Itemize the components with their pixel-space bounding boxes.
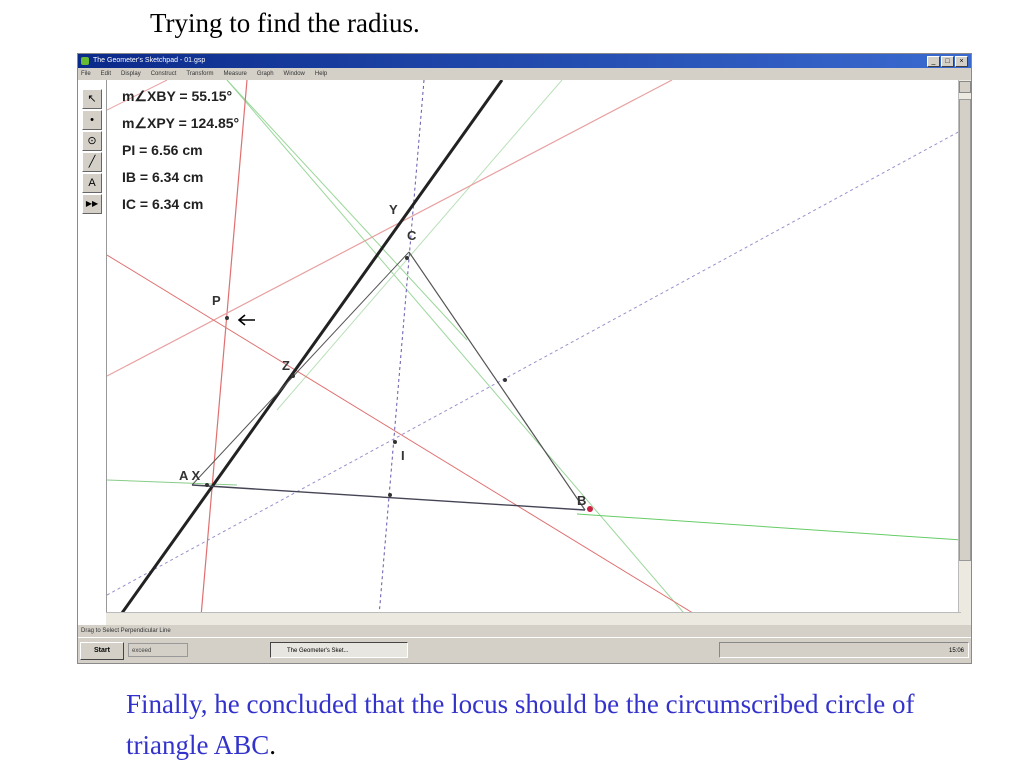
measure-pi[interactable]: PI = 6.56 cm [122,137,239,164]
menu-window[interactable]: Window [284,68,305,80]
scroll-thumb[interactable] [959,99,971,561]
sketch-canvas[interactable]: Y C P Z I A X B m∠XBY = 55.15° m∠XPY = 1… [106,80,962,640]
red-line-diagonal-down [107,254,738,640]
straightedge-tool-icon[interactable]: ╱ [82,152,102,172]
clock: 15:06 [948,648,964,654]
caption-period: . [269,730,276,760]
label-i: I [401,448,405,463]
label-y: Y [389,202,398,217]
menu-help[interactable]: Help [315,68,327,80]
arrow-select-icon[interactable]: ↖ [82,89,102,109]
minimize-button[interactable]: _ [927,56,940,67]
menu-edit[interactable]: Edit [101,68,111,80]
taskbar: Start exceed The Geometer's Sket... 15:0… [78,637,971,663]
label-z: Z [282,358,290,373]
green-line-4 [576,513,962,541]
sketchpad-window: The Geometer's Sketchpad - 01.gsp _ □ × … [77,53,972,664]
measure-angle-xpy[interactable]: m∠XPY = 124.85° [122,110,239,137]
app-icon [81,57,89,65]
menu-construct[interactable]: Construct [151,68,177,80]
menu-measure[interactable]: Measure [224,68,247,80]
slide-title: Trying to find the radius. [150,8,420,38]
toolbox: ↖ • ⊙ ╱ A ▶▶ [78,88,106,215]
point-i [393,440,397,444]
menubar: File Edit Display Construct Transform Me… [78,68,971,80]
caption-text: Finally, he concluded that the locus sho… [126,689,915,760]
start-button[interactable]: Start [80,642,124,660]
quick-launch-item[interactable]: exceed [128,643,188,657]
taskbar-sketchpad-item[interactable]: The Geometer's Sket... [270,642,408,658]
label-p: P [212,293,221,308]
point-tool-icon[interactable]: • [82,110,102,130]
measure-ic[interactable]: IC = 6.34 cm [122,191,239,218]
purple-dashed-vertical [376,80,425,640]
system-tray: 15:06 [719,642,969,658]
window-titlebar: The Geometer's Sketchpad - 01.gsp _ □ × [78,54,971,68]
point-c [405,256,409,260]
arrow-icon [237,314,255,326]
point-p [225,316,229,320]
label-a-x: A X [179,468,201,483]
triangle-side-cb [408,251,586,511]
menu-transform[interactable]: Transform [186,68,213,80]
point-b [587,506,593,512]
close-button[interactable]: × [955,56,968,67]
point-mid-ab [388,493,392,497]
measure-ib[interactable]: IB = 6.34 cm [122,164,239,191]
text-tool-icon[interactable]: A [82,173,102,193]
menu-file[interactable]: File [81,68,91,80]
slide-caption: Finally, he concluded that the locus sho… [126,684,926,766]
scroll-up-icon[interactable] [959,81,971,93]
triangle-side-ac [191,251,410,486]
measure-angle-xby[interactable]: m∠XBY = 55.15° [122,83,239,110]
compass-tool-icon[interactable]: ⊙ [82,131,102,151]
measurements-panel: m∠XBY = 55.15° m∠XPY = 124.85° PI = 6.56… [122,83,239,218]
maximize-button[interactable]: □ [941,56,954,67]
window-title: The Geometer's Sketchpad - 01.gsp [93,57,206,64]
green-line-1 [226,80,468,341]
horizontal-scrollbar[interactable] [106,612,961,625]
label-b: B [577,493,586,508]
point-z [291,374,295,378]
vertical-scrollbar[interactable] [958,80,971,640]
custom-tool-icon[interactable]: ▶▶ [82,194,102,214]
menu-display[interactable]: Display [121,68,141,80]
point-a [205,483,209,487]
point-mid-cb [503,378,507,382]
green-line-2 [226,80,708,640]
menu-graph[interactable]: Graph [257,68,274,80]
label-c: C [407,228,417,243]
